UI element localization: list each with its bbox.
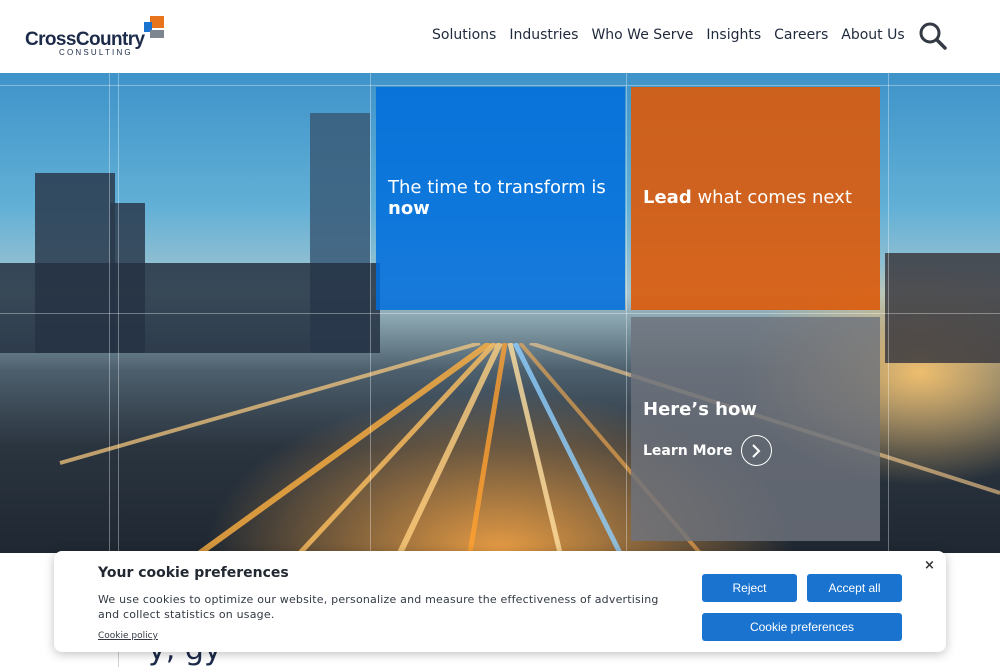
transform-tile-text: The time to transform is now: [388, 177, 618, 219]
nav-insights[interactable]: Insights: [706, 27, 761, 43]
heres-how-tile: Here’s how Learn More: [631, 317, 880, 541]
nav-who-we-serve[interactable]: Who We Serve: [591, 27, 693, 43]
grid-line: [0, 85, 1000, 86]
hero-banner: The time to transform is now Lead what c…: [0, 73, 1000, 553]
search-icon[interactable]: [918, 21, 948, 51]
lead-tile[interactable]: Lead what comes next: [631, 87, 880, 310]
close-icon[interactable]: ×: [924, 558, 935, 573]
lead-text-bold: Lead: [643, 187, 692, 208]
site-header: CrossCountry CONSULTING Solutions Indust…: [0, 0, 1000, 73]
cookie-policy-link[interactable]: Cookie policy: [98, 631, 158, 641]
accept-all-button[interactable]: Accept all: [807, 574, 902, 602]
chevron-right-icon[interactable]: [740, 435, 772, 466]
lead-tile-text: Lead what comes next: [643, 187, 873, 208]
logo[interactable]: CrossCountry CONSULTING: [25, 15, 165, 59]
nav-industries[interactable]: Industries: [509, 27, 578, 43]
nav-solutions[interactable]: Solutions: [432, 27, 496, 43]
nav-careers[interactable]: Careers: [774, 27, 828, 43]
logo-subtitle: CONSULTING: [59, 48, 133, 57]
building-skyline: [0, 263, 380, 353]
learn-more-label: Learn More: [643, 442, 733, 459]
cookie-description: We use cookies to optimize our website, …: [98, 593, 659, 621]
cookie-preferences-button[interactable]: Cookie preferences: [702, 613, 902, 641]
logo-mark-icon: [144, 16, 164, 38]
grid-line: [0, 313, 1000, 314]
cookie-banner: Your cookie preferences We use cookies t…: [54, 551, 946, 652]
main-nav: Solutions Industries Who We Serve Insigh…: [432, 27, 918, 43]
lead-text-regular: what comes next: [697, 187, 852, 208]
transform-text-regular: The time to transform is: [388, 177, 606, 198]
cookie-title: Your cookie preferences: [98, 565, 289, 581]
nav-about-us[interactable]: About Us: [841, 27, 904, 43]
learn-more-link[interactable]: Learn More: [643, 435, 772, 466]
transform-text-bold: now: [388, 198, 430, 219]
heres-how-heading: Here’s how: [643, 399, 757, 420]
reject-button[interactable]: Reject: [702, 574, 797, 602]
transform-tile[interactable]: The time to transform is now: [376, 87, 625, 310]
